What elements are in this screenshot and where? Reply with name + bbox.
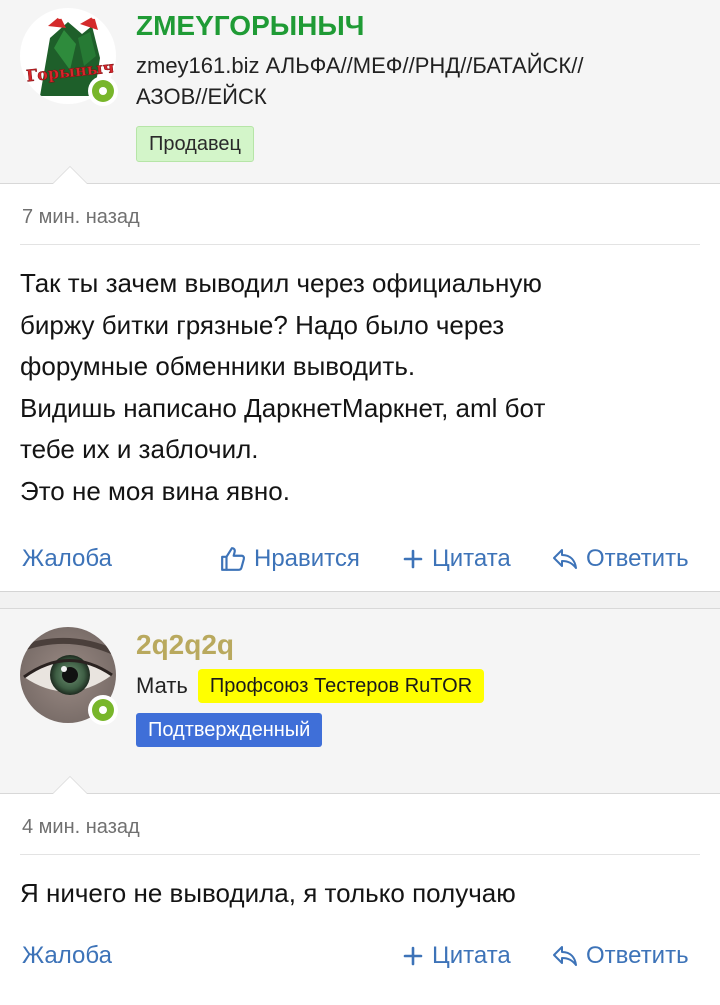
reply-label: Ответить: [586, 942, 689, 970]
quote-button[interactable]: Цитата: [402, 942, 511, 970]
reply-icon: [553, 548, 577, 569]
message-body: Я ничего не выводила, я только получаю: [0, 855, 720, 915]
post: 2q2q2q Мать Профсоюз Тестеров RuTOR Подт…: [0, 607, 720, 983]
user-title-line: zmey161.biz АЛЬФА//МЕФ//РНД//БАТАЙСК//: [136, 53, 584, 78]
message-line: Это не моя вина явно.: [20, 475, 290, 506]
quote-label: Цитата: [432, 544, 511, 572]
quote-label: Цитата: [432, 942, 511, 970]
username[interactable]: ZMEYГОРЫНЫЧ: [136, 10, 710, 42]
user-header: 2q2q2q Мать Профсоюз Тестеров RuTOR Подт…: [0, 607, 720, 794]
report-label: Жалоба: [22, 544, 112, 572]
header-pointer: [52, 775, 88, 794]
avatar-container[interactable]: Горыныч: [20, 8, 118, 106]
user-title-line: АЗОВ//ЕЙСК: [136, 84, 267, 109]
post-actions: Жалоба Нравится Цитата Ответить: [0, 545, 720, 585]
user-header: Горыныч ZMEYГОРЫНЫЧ zmey161.biz АЛЬФА//М…: [0, 0, 720, 184]
message-line: тебе их и заблочил.: [20, 434, 259, 465]
post-separator: [0, 590, 720, 608]
post: Горыныч ZMEYГОРЫНЫЧ zmey161.biz АЛЬФА//М…: [0, 0, 720, 591]
message-line: биржу битки грязные? Надо было через: [20, 309, 505, 340]
reply-button[interactable]: Ответить: [552, 942, 689, 970]
plus-icon: [403, 946, 423, 966]
report-label: Жалоба: [22, 942, 112, 970]
user-info: 2q2q2q Мать Профсоюз Тестеров RuTOR Подт…: [136, 629, 710, 747]
message-line: Видишь написано ДаркнетМаркнет, aml бот: [20, 392, 546, 423]
online-status-icon: [88, 76, 118, 106]
user-title: Мать: [136, 673, 188, 699]
user-title: zmey161.biz АЛЬФА//МЕФ//РНД//БАТАЙСК// А…: [136, 50, 710, 112]
like-label: Нравится: [254, 544, 360, 572]
report-button[interactable]: Жалоба: [22, 545, 112, 573]
header-pointer: [52, 166, 88, 184]
report-button[interactable]: Жалоба: [22, 942, 112, 970]
message-line: Так ты зачем выводил через официальную: [20, 268, 542, 298]
avatar-container[interactable]: [20, 626, 118, 725]
seller-badge: Продавец: [136, 126, 254, 162]
verified-badge: Подтвержденный: [136, 712, 323, 747]
message-line: форумные обменники выводить.: [20, 351, 416, 382]
thumbs-up-icon: [221, 546, 246, 571]
reply-icon: [553, 946, 577, 967]
message-body: Так ты зачем выводил через официальную б…: [0, 245, 720, 513]
quote-button[interactable]: Цитата: [402, 545, 511, 573]
post-actions: Жалоба Цитата Ответить: [0, 942, 720, 982]
online-status-icon: [88, 694, 118, 725]
group-badge: Профсоюз Тестеров RuTOR: [197, 668, 485, 703]
post-time[interactable]: 4 мин. назад: [20, 794, 700, 855]
user-info: ZMEYГОРЫНЫЧ zmey161.biz АЛЬФА//МЕФ//РНД/…: [136, 10, 710, 162]
reply-button[interactable]: Ответить: [552, 545, 689, 573]
reply-label: Ответить: [586, 544, 689, 572]
message-line: Я ничего не выводила, я только получаю: [20, 877, 516, 908]
username[interactable]: 2q2q2q: [136, 629, 710, 661]
like-button[interactable]: Нравится: [220, 545, 360, 573]
user-title-row: Мать Профсоюз Тестеров RuTOR: [136, 668, 710, 703]
post-time[interactable]: 7 мин. назад: [20, 184, 700, 245]
plus-icon: [403, 549, 423, 568]
